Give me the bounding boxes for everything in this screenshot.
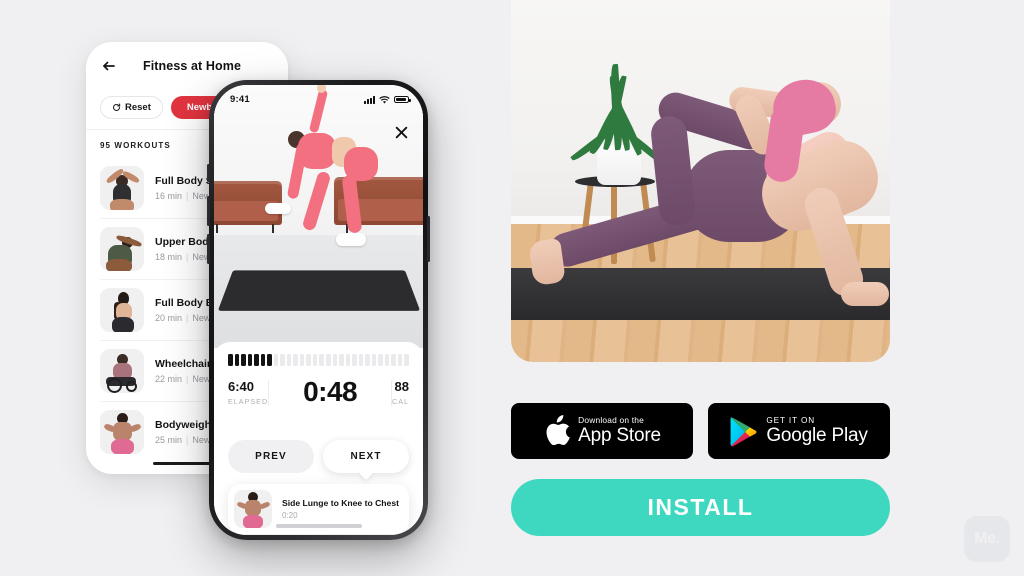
google-play-icon [730, 416, 758, 447]
workout-thumbnail [100, 166, 144, 210]
prev-button[interactable]: PREV [228, 440, 314, 473]
calories-value: 88 [394, 379, 409, 394]
separator: | [186, 252, 189, 263]
status-bar-icons [364, 95, 411, 104]
separator: | [186, 435, 189, 446]
reset-icon [112, 103, 121, 112]
phone-mockup: 9:41 6:40 ELAPSED 0:48 88 CAL PREV NEXT … [207, 80, 430, 540]
power-button[interactable] [427, 216, 430, 262]
app-store-text: Download on the App Store [578, 414, 661, 447]
separator: | [186, 191, 189, 202]
up-next-duration: 0:20 [282, 511, 298, 521]
playback-controls: PREV NEXT [228, 440, 409, 473]
countdown-value: 0:48 [303, 376, 358, 407]
volume-down-button[interactable] [207, 234, 210, 264]
ad-creative-canvas: Fitness at Home Reset Newbie 95 WORKOUTS [0, 0, 1024, 576]
timer-card: 6:40 ELAPSED 0:48 88 CAL [214, 342, 423, 420]
yoga-mat [217, 270, 421, 311]
reset-filter-button[interactable]: Reset [100, 96, 163, 119]
close-icon[interactable] [394, 125, 409, 140]
workout-thumbnail [100, 410, 144, 454]
phone-screen: 9:41 6:40 ELAPSED 0:48 88 CAL PREV NEXT … [214, 85, 423, 535]
reset-filter-label: Reset [125, 102, 151, 113]
workout-duration: 16 min [155, 191, 183, 202]
arrow-left-icon[interactable] [100, 57, 118, 75]
workout-progress-bar[interactable] [228, 354, 409, 366]
volume-up-button[interactable] [207, 196, 210, 226]
up-next-meta: Side Lunge to Knee to Chest 0:20 [282, 498, 399, 520]
elapsed-label: ELAPSED [228, 397, 269, 406]
app-store-badge[interactable]: Download on the App Store [511, 403, 693, 459]
workout-duration: 20 min [155, 313, 183, 324]
separator: | [186, 374, 189, 385]
countdown-stat: 0:48 [269, 378, 391, 406]
google-play-badge[interactable]: GET IT ON Google Play [708, 403, 890, 459]
install-button[interactable]: INSTALL [511, 479, 890, 536]
workout-thumbnail [100, 288, 144, 332]
app-store-small-label: Download on the [578, 414, 644, 425]
silent-switch[interactable] [207, 164, 210, 182]
signal-icon [364, 95, 375, 104]
elapsed-stat: 6:40 ELAPSED [228, 380, 268, 406]
store-badges: Download on the App Store GET IT ON Goog… [511, 403, 890, 459]
wifi-icon [379, 95, 390, 104]
workout-thumbnail [100, 227, 144, 271]
battery-icon [394, 95, 411, 104]
calories-stat: 88 CAL [392, 380, 409, 406]
workout-video-player[interactable] [214, 85, 423, 348]
home-indicator[interactable] [275, 524, 362, 528]
up-next-thumbnail [234, 490, 272, 528]
hero-image [511, 0, 890, 362]
next-button[interactable]: NEXT [323, 440, 409, 473]
workout-duration: 22 min [155, 374, 183, 385]
up-next-title: Side Lunge to Knee to Chest [282, 497, 399, 508]
elapsed-value: 6:40 [228, 379, 255, 394]
separator: | [186, 313, 189, 324]
google-play-small-label: GET IT ON [766, 415, 816, 425]
status-bar: 9:41 [214, 85, 423, 111]
workout-duration: 25 min [155, 435, 183, 446]
timer-stats-row: 6:40 ELAPSED 0:48 88 CAL [228, 378, 409, 406]
status-bar-time: 9:41 [230, 94, 250, 105]
google-play-big-label: Google Play [766, 424, 868, 446]
google-play-text: GET IT ON Google Play [766, 415, 868, 446]
calories-label: CAL [392, 397, 409, 406]
hero-hand [841, 282, 889, 306]
app-store-big-label: App Store [578, 424, 661, 446]
apple-logo-icon [543, 415, 570, 447]
workout-thumbnail [100, 349, 144, 393]
workout-duration: 18 min [155, 252, 183, 263]
watermark-logo: Me. [964, 516, 1010, 562]
